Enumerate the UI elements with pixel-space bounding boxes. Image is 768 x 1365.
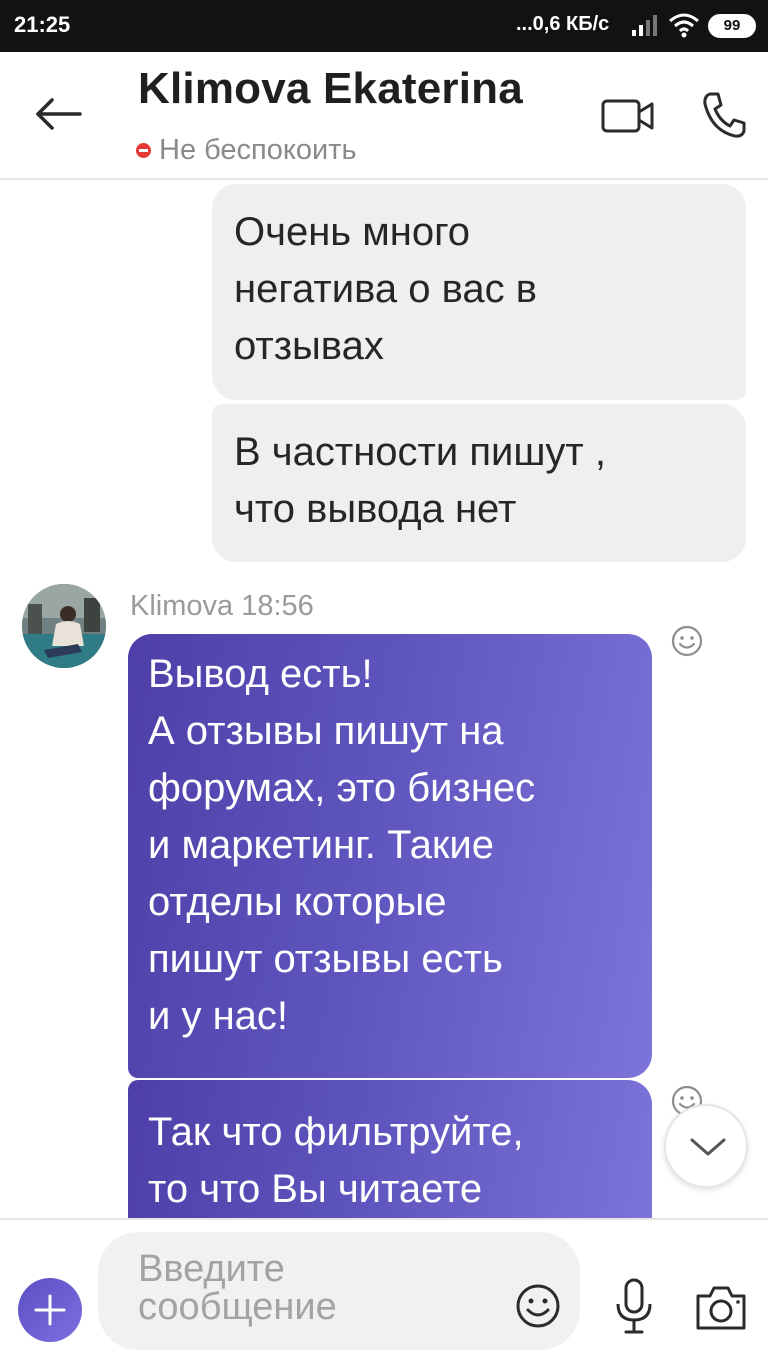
incoming-message[interactable]: Вывод есть! А отзывы пишут на форумах, э…	[128, 634, 652, 1078]
outgoing-message[interactable]: В частности пишут , что вывода нет	[212, 404, 746, 562]
message-composer: Введите сообщение	[0, 1218, 768, 1365]
scroll-to-bottom-button[interactable]	[664, 1104, 748, 1188]
signal-icon	[632, 14, 658, 41]
status-bar: 21:25 ...0,6 КБ/с 99	[0, 0, 768, 52]
outgoing-message[interactable]: Очень много негатива о вас в отзывах	[212, 184, 746, 400]
contact-name[interactable]: Klimova Ekaterina	[138, 64, 523, 114]
status-time: 21:25	[14, 12, 71, 37]
phone-icon[interactable]	[700, 90, 746, 140]
battery-icon: 99	[708, 14, 756, 38]
incoming-message[interactable]: Так что фильтруйте, то что Вы читаете	[128, 1080, 652, 1218]
avatar[interactable]	[22, 584, 106, 668]
message-input[interactable]: Введите сообщение	[98, 1232, 580, 1350]
wifi-icon	[668, 12, 700, 43]
video-camera-icon[interactable]	[600, 96, 656, 136]
arrow-left-icon[interactable]	[30, 94, 88, 134]
presence-label: Не беспокоить	[159, 134, 357, 166]
emoji-icon[interactable]	[514, 1282, 562, 1330]
message-input-placeholder: Введите сообщение	[138, 1248, 337, 1328]
chevron-down-icon	[690, 1138, 726, 1156]
presence-status: Не беспокоить	[136, 134, 357, 167]
camera-icon[interactable]	[694, 1282, 748, 1332]
message-list[interactable]: Очень много негатива о вас в отзывах В ч…	[0, 182, 768, 1218]
smiley-icon[interactable]	[670, 624, 704, 658]
do-not-disturb-icon	[136, 143, 151, 158]
microphone-icon[interactable]	[614, 1278, 654, 1336]
chat-header: Klimova Ekaterina Не беспокоить	[0, 52, 768, 180]
sender-name-time: Klimova 18:56	[130, 590, 314, 622]
plus-icon[interactable]	[18, 1278, 82, 1342]
network-speed: ...0,6 КБ/с	[516, 13, 610, 35]
